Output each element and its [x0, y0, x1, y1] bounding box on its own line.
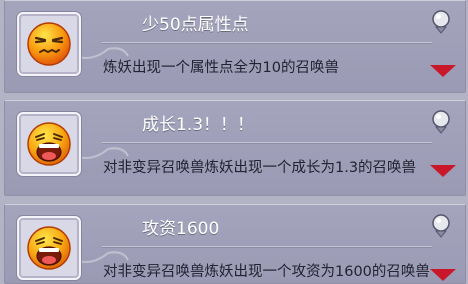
pin-icon[interactable]: [428, 213, 454, 239]
pin-icon[interactable]: [428, 109, 454, 135]
item-title: 攻资1600: [142, 219, 220, 239]
item-title: 成长1.3！！！: [142, 115, 255, 135]
item-description: 对非变异召唤兽炼妖出现一个攻资为1600的召唤兽: [103, 264, 430, 280]
list-item[interactable]: 成长1.3！！！ 对非变异召唤兽炼妖出现一个成长为1.3的召唤兽: [4, 100, 466, 196]
divider: [102, 142, 432, 144]
sleepy-face-icon: [27, 22, 71, 66]
item-description: 炼妖出现一个属性点全为10的召唤兽: [103, 60, 339, 76]
list-item[interactable]: 攻资1600 对非变异召唤兽炼妖出现一个攻资为1600的召唤兽: [4, 204, 466, 284]
pin-icon[interactable]: [428, 9, 454, 35]
avatar: [17, 216, 81, 280]
expand-arrow-icon[interactable]: [430, 165, 456, 177]
item-description: 对非变异召唤兽炼妖出现一个成长为1.3的召唤兽: [103, 160, 417, 176]
expand-arrow-icon[interactable]: [430, 269, 456, 281]
divider: [102, 42, 432, 44]
avatar: [17, 12, 81, 76]
expand-arrow-icon[interactable]: [430, 65, 456, 77]
laughing-face-icon: [27, 226, 71, 270]
laughing-face-icon: [27, 122, 71, 166]
divider: [102, 246, 432, 248]
achievement-list: 少50点属性点 炼妖出现一个属性点全为10的召唤兽 成长1.3！！！ 对非变异召…: [0, 0, 468, 284]
avatar: [17, 112, 81, 176]
list-item[interactable]: 少50点属性点 炼妖出现一个属性点全为10的召唤兽: [4, 0, 466, 93]
item-title: 少50点属性点: [142, 15, 249, 35]
